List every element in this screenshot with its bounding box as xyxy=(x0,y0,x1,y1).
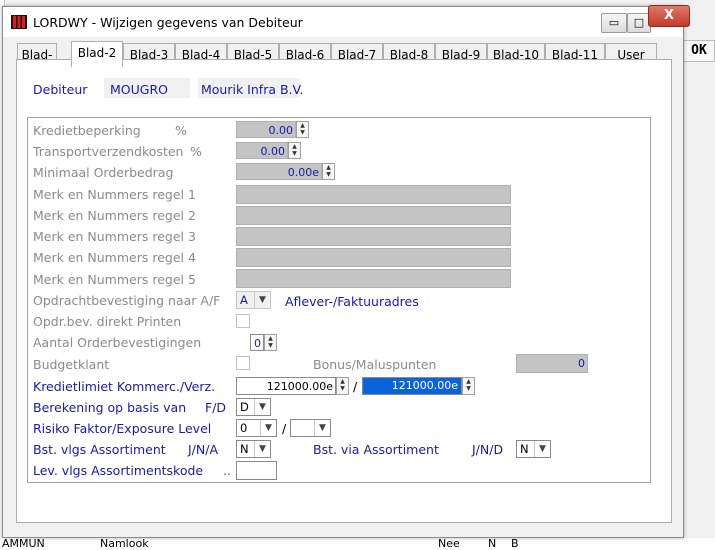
transport-field[interactable]: 0.00 xyxy=(236,142,288,159)
exposure-level-select[interactable]: ▼ xyxy=(290,419,331,437)
bst-vlgs-select[interactable]: N ▼ xyxy=(236,440,271,458)
berekening-value: D xyxy=(240,400,249,414)
title-bar: LORDWY - Wijzigen gegevens van Debiteur … xyxy=(3,7,683,37)
ok-button[interactable]: OK xyxy=(683,40,715,62)
budget-label: Budgetklant xyxy=(33,357,110,372)
risiko-factor-value: 0 xyxy=(240,421,248,435)
row-cell: AMMUN xyxy=(2,537,45,550)
chevron-down-icon: ▼ xyxy=(254,292,270,308)
berekening-unit: F/D xyxy=(205,400,227,415)
kredietlimiet-label: Kredietlimiet Kommerc./Verz. xyxy=(33,379,216,394)
bst-via-unit: J/N/D xyxy=(472,442,504,457)
row-cell: B xyxy=(511,537,519,550)
minimaal-label: Minimaal Orderbedrag xyxy=(33,165,174,180)
merk1-field[interactable] xyxy=(236,185,511,204)
berekening-select[interactable]: D ▼ xyxy=(236,398,271,416)
background-list-row: AMMUN Namlook Nee N B xyxy=(0,538,715,550)
bst-vlgs-label: Bst. vlgs Assortiment xyxy=(33,442,166,457)
lev-label: Lev. vlgs Assortimentskode xyxy=(33,463,204,478)
bst-via-value: N xyxy=(520,442,529,456)
risiko-label: Risiko Faktor/Exposure Level xyxy=(33,421,212,436)
berekening-label: Berekening op basis van xyxy=(33,400,187,415)
merk3-label: Merk en Nummers regel 3 xyxy=(33,229,196,244)
close-button[interactable]: X xyxy=(648,5,690,27)
risiko-separator: / xyxy=(282,421,287,436)
chevron-down-icon: ▼ xyxy=(314,420,330,436)
merk4-field[interactable] xyxy=(236,248,511,267)
bonus-field[interactable]: 0 xyxy=(516,354,588,373)
budget-checkbox[interactable] xyxy=(236,356,250,370)
bst-via-label: Bst. via Assortiment xyxy=(313,442,439,457)
opdracht-label: Opdrachtbevestiging naar A/F xyxy=(33,293,221,308)
bst-vlgs-unit: J/N/A xyxy=(188,442,219,457)
chevron-down-icon: ▼ xyxy=(260,420,276,436)
kredietbeperking-unit: % xyxy=(175,123,187,138)
transport-label: Transportverzendkosten xyxy=(33,144,184,159)
opdracht-value: A xyxy=(240,293,248,307)
bst-via-select[interactable]: N ▼ xyxy=(516,440,551,458)
minimize-icon: ▭ xyxy=(608,16,620,29)
tab-blad-2[interactable]: Blad-2 xyxy=(71,41,123,67)
transport-spinner[interactable]: ▲ ▼ xyxy=(288,142,301,159)
kredietlimiet-commercial-spinner[interactable]: ▲ ▼ xyxy=(336,377,349,395)
lev-dots: .. xyxy=(223,463,231,478)
lev-field[interactable] xyxy=(236,461,277,480)
close-icon: X xyxy=(663,8,675,23)
merk2-field[interactable] xyxy=(236,206,511,225)
minimize-button[interactable]: ▭ xyxy=(601,13,627,33)
minimaal-spinner[interactable]: ▲ ▼ xyxy=(322,163,335,180)
bonus-label: Bonus/Maluspunten xyxy=(313,357,437,372)
chevron-down-icon: ▼ xyxy=(254,441,270,457)
merk3-field[interactable] xyxy=(236,227,511,246)
merk5-field[interactable] xyxy=(236,269,511,288)
maximize-icon: □ xyxy=(633,16,645,29)
window-title: LORDWY - Wijzigen gegevens van Debiteur xyxy=(33,15,303,30)
row-cell: Nee xyxy=(438,537,460,550)
opdracht-select[interactable]: A ▼ xyxy=(236,291,271,309)
debiteur-code: MOUGRO xyxy=(110,82,168,97)
kredietbeperking-field[interactable]: 0.00 xyxy=(236,121,296,138)
row-cell: N xyxy=(488,537,497,550)
debiteur-label: Debiteur xyxy=(33,82,88,97)
opdrbev-label: Opdr.bev. direkt Printen xyxy=(33,314,182,329)
kredietlimiet-commercial-field[interactable]: 121000.00e xyxy=(236,377,336,395)
kredietbeperking-spinner[interactable]: ▲ ▼ xyxy=(296,121,309,138)
aantal-spinner[interactable]: ▲ ▼ xyxy=(264,334,277,351)
merk1-label: Merk en Nummers regel 1 xyxy=(33,187,196,202)
opdracht-desc: Aflever-/Faktuuradres xyxy=(285,294,419,309)
kredietbeperking-label: Kredietbeperking xyxy=(33,123,141,138)
minimaal-field[interactable]: 0.00e xyxy=(236,163,322,180)
merk4-label: Merk en Nummers regel 4 xyxy=(33,250,196,265)
merk2-label: Merk en Nummers regel 2 xyxy=(33,208,196,223)
chevron-down-icon: ▼ xyxy=(534,441,550,457)
kredietlimiet-verz-field[interactable]: 121000.00e xyxy=(362,377,462,395)
aantal-label: Aantal Orderbevestigingen xyxy=(33,335,202,350)
kredietlimiet-verz-spinner[interactable]: ▲ ▼ xyxy=(462,377,475,395)
bst-vlgs-value: N xyxy=(240,442,249,456)
kredietlimiet-verz-value: 121000.00e xyxy=(363,378,461,394)
row-cell: Namlook xyxy=(100,537,149,550)
risiko-factor-select[interactable]: 0 ▼ xyxy=(236,419,277,437)
aantal-field[interactable]: 0 xyxy=(250,334,264,351)
debiteur-name: Mourik Infra B.V. xyxy=(201,82,304,97)
app-icon xyxy=(11,15,27,29)
opdrbev-checkbox[interactable] xyxy=(236,314,250,328)
merk5-label: Merk en Nummers regel 5 xyxy=(33,272,196,287)
transport-unit: % xyxy=(190,144,202,159)
chevron-down-icon: ▼ xyxy=(254,399,270,415)
kredietlimiet-separator: / xyxy=(353,379,358,394)
